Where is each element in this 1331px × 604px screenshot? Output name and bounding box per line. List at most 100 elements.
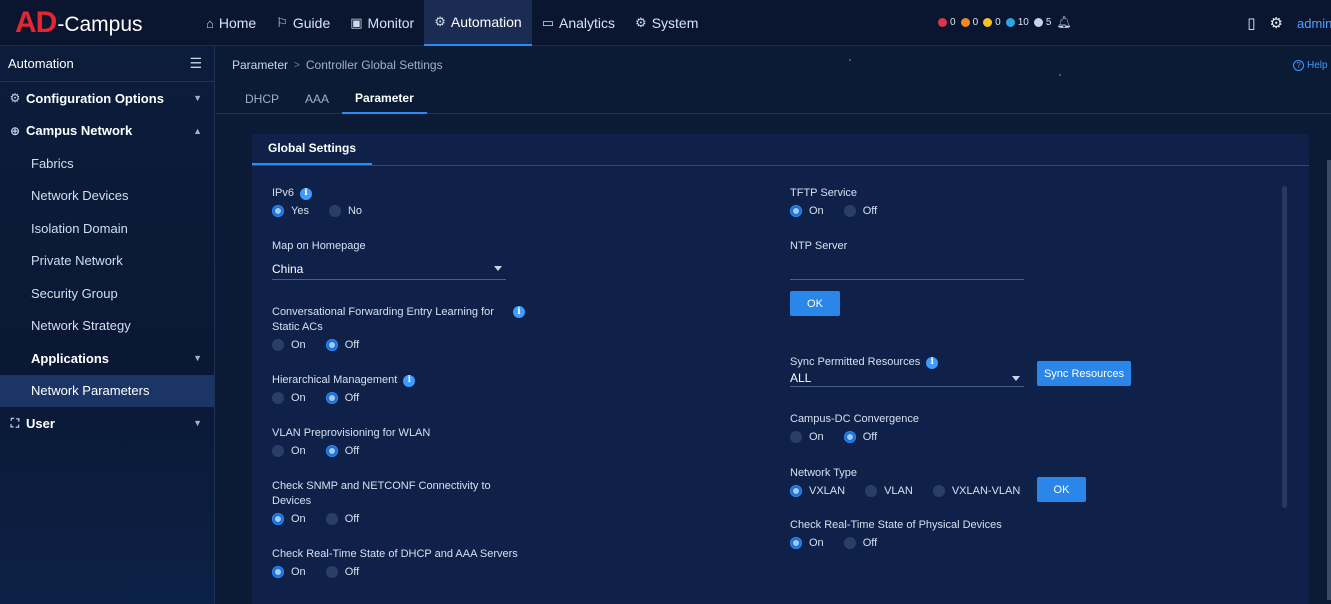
conversational-forwarding-field: Conversational Forwarding Entry Learning… xyxy=(272,305,527,351)
hier-off-radio[interactable]: Off xyxy=(325,392,360,404)
sidebar-item-private-network[interactable]: Private Network xyxy=(0,245,214,278)
sidebar-item-label: Isolation Domain xyxy=(31,220,128,236)
network-type-vxlan-radio[interactable]: VXLAN xyxy=(790,485,845,497)
ipv6-no-radio[interactable]: No xyxy=(328,205,362,217)
nav-home[interactable]: ⌂ Home xyxy=(196,0,266,46)
sidebar-item-applications[interactable]: Applications ▼ xyxy=(0,342,214,375)
sync-resources-button[interactable]: Sync Resources xyxy=(1037,361,1131,386)
dhcp-state-off-radio[interactable]: Off xyxy=(325,566,359,578)
help-link[interactable]: ? Help xyxy=(1293,60,1328,71)
logo: AD -Campus xyxy=(15,4,143,42)
network-type-ok-button[interactable]: OK xyxy=(1037,477,1086,502)
nav-monitor[interactable]: ▣ Monitor xyxy=(340,0,424,46)
top-bar: AD -Campus ⌂ Home ⚐ Guide ▣ Monitor ⚙ Au… xyxy=(0,0,1331,46)
vlan-on-label: On xyxy=(291,445,306,457)
nav-automation[interactable]: ⚙ Automation xyxy=(424,0,532,46)
sidebar-item-user[interactable]: ⛶ User ▼ xyxy=(0,407,214,440)
nav-guide-label: Guide xyxy=(292,15,331,31)
radio-unselected-icon xyxy=(932,485,945,497)
conv-on-radio[interactable]: On xyxy=(272,339,306,351)
panel-scrollbar[interactable] xyxy=(1282,186,1287,508)
chevron-up-icon: ▲ xyxy=(193,125,202,136)
campus-dc-off-radio[interactable]: Off xyxy=(843,431,877,443)
physical-devices-state-label: Check Real-Time State of Physical Device… xyxy=(790,519,1002,531)
info-icon[interactable]: i xyxy=(403,374,416,387)
conversational-forwarding-label: Conversational Forwarding Entry Learning… xyxy=(272,306,494,318)
hier-off-label: Off xyxy=(344,392,360,404)
dhcp-state-on-radio[interactable]: On xyxy=(272,566,306,578)
info-icon[interactable]: i xyxy=(513,306,525,318)
tab-dhcp[interactable]: DHCP xyxy=(232,83,292,114)
network-type-vxlan-vlan-radio[interactable]: VXLAN-VLAN xyxy=(932,485,1020,497)
document-icon[interactable]: ▯ xyxy=(1247,14,1255,32)
warning-alarm-icon xyxy=(1005,17,1015,27)
sidebar-item-label: Security Group xyxy=(31,285,118,301)
sidebar-item-label: Configuration Options xyxy=(26,90,164,106)
tab-global-settings[interactable]: Global Settings xyxy=(252,133,373,165)
major-alarm-count: 0 xyxy=(972,16,979,28)
radio-unselected-icon xyxy=(325,566,338,578)
gear-icon[interactable]: ⚙ xyxy=(1270,14,1283,32)
breadcrumb-root[interactable]: Parameter xyxy=(232,58,288,72)
phys-on-radio[interactable]: On xyxy=(790,537,824,549)
tab-aaa[interactable]: AAA xyxy=(292,83,342,114)
vlan-on-radio[interactable]: On xyxy=(272,445,306,457)
tftp-field: TFTP Service On Off xyxy=(790,186,897,217)
tftp-on-radio[interactable]: On xyxy=(790,205,824,217)
ipv6-label: IPv6 xyxy=(272,187,295,199)
radio-unselected-icon xyxy=(790,431,802,443)
page-scrollbar[interactable] xyxy=(1327,160,1331,600)
phys-on-label: On xyxy=(809,537,824,549)
home-icon: ⌂ xyxy=(206,15,214,31)
tftp-off-radio[interactable]: Off xyxy=(843,205,877,217)
options-icon: ⚙ xyxy=(9,91,21,106)
info-icon[interactable]: i xyxy=(926,356,939,369)
sidebar-item-network-devices[interactable]: Network Devices xyxy=(0,180,214,213)
radio-unselected-icon xyxy=(328,205,341,217)
hier-on-radio[interactable]: On xyxy=(272,392,306,404)
radio-selected-icon xyxy=(843,431,856,443)
campus-dc-on-radio[interactable]: On xyxy=(790,431,824,443)
vlan-off-radio[interactable]: Off xyxy=(325,445,359,457)
sidebar-item-label: Network Strategy xyxy=(31,318,131,334)
snmp-on-radio[interactable]: On xyxy=(272,513,306,525)
sidebar-item-network-strategy[interactable]: Network Strategy xyxy=(0,310,214,343)
snmp-off-radio[interactable]: Off xyxy=(325,513,359,525)
phys-off-radio[interactable]: Off xyxy=(843,537,877,549)
user-menu[interactable]: admin xyxy=(1297,16,1331,31)
sidebar-item-security-group[interactable]: Security Group xyxy=(0,277,214,310)
chevron-down-icon: ▼ xyxy=(193,93,202,104)
radio-unselected-icon xyxy=(843,205,856,217)
nav-automation-label: Automation xyxy=(450,14,522,30)
sidebar-item-isolation-domain[interactable]: Isolation Domain xyxy=(0,212,214,245)
nav-analytics[interactable]: ▭ Analytics xyxy=(532,0,625,46)
nav-guide[interactable]: ⚐ Guide xyxy=(266,0,340,46)
radio-selected-icon xyxy=(325,339,338,351)
sidebar-item-configuration-options[interactable]: ⚙ Configuration Options ▼ xyxy=(0,82,214,115)
sidebar-item-network-parameters[interactable]: Network Parameters xyxy=(0,374,214,407)
info-icon[interactable]: i xyxy=(300,187,313,200)
snmp-netconf-field: Check SNMP and NETCONF Connectivity to D… xyxy=(272,479,491,525)
global-settings-panel: Global Settings xyxy=(252,134,1309,604)
radio-unselected-icon xyxy=(272,445,284,457)
ntp-server-input[interactable] xyxy=(790,258,1024,280)
sidebar: Automation ☰ ⚙ Configuration Options ▼ ⊕… xyxy=(0,46,215,604)
network-type-vlan-radio[interactable]: VLAN xyxy=(865,485,913,497)
analytics-icon: ▭ xyxy=(541,15,554,30)
conv-off-radio[interactable]: Off xyxy=(325,339,359,351)
physical-devices-state-field: Check Real-Time State of Physical Device… xyxy=(790,518,1002,549)
nav-system[interactable]: ⚙ System xyxy=(625,0,708,46)
tab-parameter[interactable]: Parameter xyxy=(342,83,427,114)
ipv6-yes-radio[interactable]: Yes xyxy=(272,205,309,217)
tftp-on-label: On xyxy=(809,205,824,217)
sidebar-item-fabrics[interactable]: Fabrics xyxy=(0,147,214,180)
ntp-ok-button[interactable]: OK xyxy=(790,291,840,316)
collapse-menu-icon[interactable]: ☰ xyxy=(189,55,202,72)
nav-analytics-label: Analytics xyxy=(559,15,616,31)
map-select[interactable]: China xyxy=(272,258,506,280)
sidebar-item-campus-network[interactable]: ⊕ Campus Network ▲ xyxy=(0,115,214,148)
alarm-summary[interactable]: 0 0 0 10 5 🔔︎ xyxy=(938,15,1072,29)
warning-alarm-count: 10 xyxy=(1017,16,1029,28)
tftp-label: TFTP Service xyxy=(790,187,858,199)
sync-resources-select[interactable]: ALL xyxy=(790,370,1024,387)
